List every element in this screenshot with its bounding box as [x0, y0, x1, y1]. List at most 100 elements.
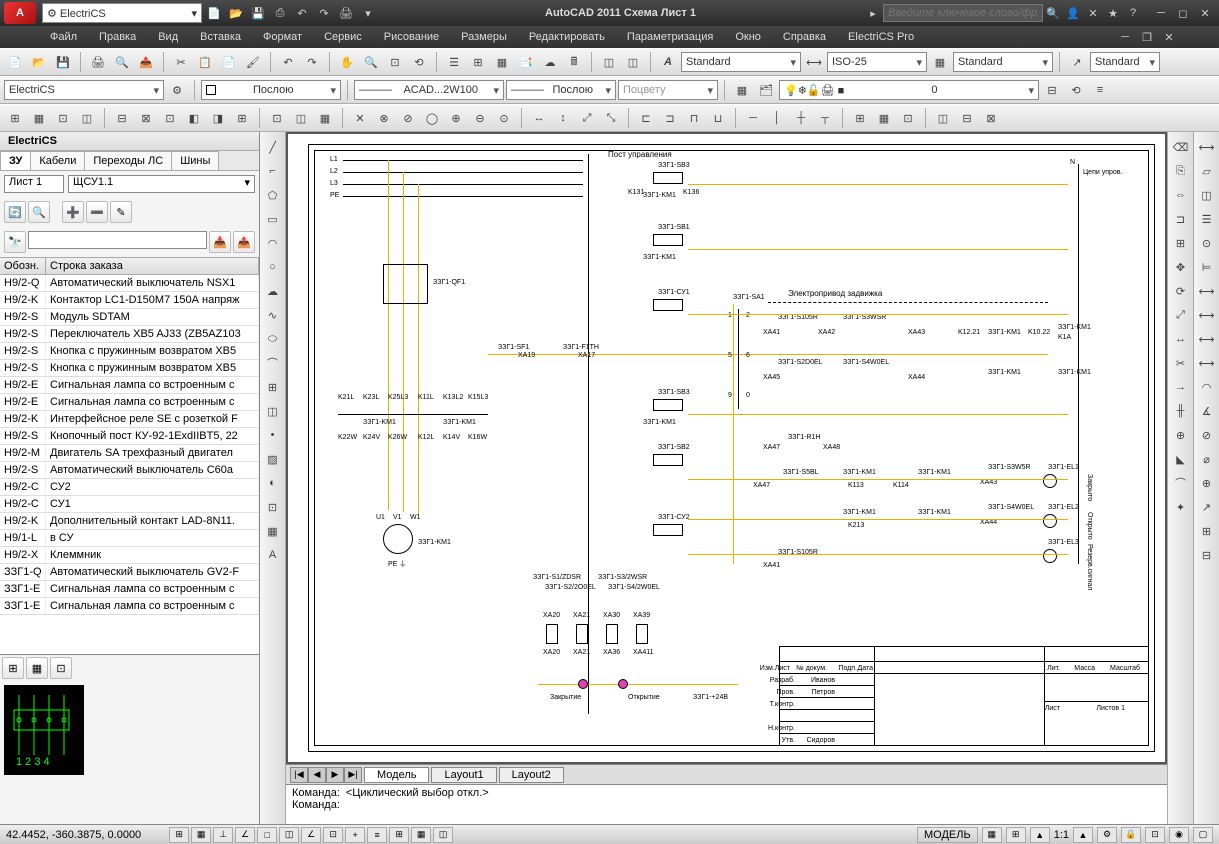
el-btn18[interactable]: ⊕ [445, 107, 467, 129]
saveas-icon[interactable]: ⎙ [270, 3, 290, 23]
ellipse-icon[interactable]: ⬭ [262, 328, 284, 350]
stretch-icon[interactable]: ↔ [1170, 328, 1192, 350]
tab-cables[interactable]: Кабели [30, 151, 85, 170]
gradient-icon[interactable]: ◐ [262, 472, 284, 494]
layer-props-icon[interactable]: ▦ [731, 79, 753, 101]
text-style-icon[interactable]: A [657, 51, 679, 73]
tab-zu[interactable]: ЗУ [0, 151, 31, 170]
table-row[interactable]: H9/2-SМодуль SDTAM [0, 309, 259, 326]
minimize-icon[interactable]: ─ [1151, 3, 1171, 23]
search-icon[interactable]: 🔍 [1043, 3, 1063, 23]
spline-icon[interactable]: ∿ [262, 304, 284, 326]
table-row[interactable]: H9/1-Lв СУ [0, 530, 259, 547]
toolpalettes-icon[interactable]: ▦ [491, 51, 513, 73]
subscription-icon[interactable]: 👤 [1063, 3, 1083, 23]
region2-icon[interactable]: ◫ [1196, 184, 1218, 206]
area-icon[interactable]: ▱ [1196, 160, 1218, 182]
dim8-icon[interactable]: ⌀ [1196, 448, 1218, 470]
el-btn1[interactable]: ⊞ [4, 107, 26, 129]
undo-icon[interactable]: ↶ [292, 3, 312, 23]
el-btn28[interactable]: ⊔ [707, 107, 729, 129]
erase-icon[interactable]: ⌫ [1170, 136, 1192, 158]
sheetset-icon[interactable]: 📑 [515, 51, 537, 73]
help-icon[interactable]: ? [1123, 3, 1143, 23]
dim-style-combo[interactable]: ISO-25▾ [827, 52, 927, 72]
el-btn7[interactable]: ⊡ [159, 107, 181, 129]
el-btn2[interactable]: ▦ [28, 107, 50, 129]
el-btn38[interactable]: ⊠ [980, 107, 1002, 129]
pbtn-remove[interactable]: ➖ [86, 201, 108, 223]
model-label[interactable]: МОДЕЛЬ [917, 827, 978, 843]
preview-tab3[interactable]: ⊡ [50, 657, 72, 679]
pbtn-binoculars[interactable]: 🔭 [4, 231, 26, 253]
dim1-icon[interactable]: ⟷ [1196, 280, 1218, 302]
move-icon[interactable]: ✥ [1170, 256, 1192, 278]
el-btn27[interactable]: ⊓ [683, 107, 705, 129]
table-row[interactable]: H9/2-SКнопка с пружинным возвратом XB5 [0, 343, 259, 360]
arc-icon[interactable]: ◠ [262, 232, 284, 254]
el-btn31[interactable]: ┼ [790, 107, 812, 129]
dim-style-icon[interactable]: ⟷ [803, 51, 825, 73]
dim12-icon[interactable]: ⊟ [1196, 544, 1218, 566]
preview-tab2[interactable]: ▦ [26, 657, 48, 679]
table-row[interactable]: H9/2-KДополнительный контакт LAD-8N11. [0, 513, 259, 530]
copy-icon[interactable]: 📋 [194, 51, 216, 73]
table-row[interactable]: H9/2-KИнтерфейсное реле SE с розеткой F [0, 411, 259, 428]
el-btn20[interactable]: ⊙ [493, 107, 515, 129]
pbtn-find[interactable]: 🔍 [28, 201, 50, 223]
table-row[interactable]: H9/2-EСигнальная лампа со встроенным с [0, 377, 259, 394]
el-btn26[interactable]: ⊐ [659, 107, 681, 129]
color-combo[interactable]: Послою▾ [201, 80, 341, 100]
pbtn-refresh[interactable]: 🔄 [4, 201, 26, 223]
menu-window[interactable]: Окно [725, 29, 771, 45]
dim11-icon[interactable]: ⊞ [1196, 520, 1218, 542]
id-icon[interactable]: ⊙ [1196, 232, 1218, 254]
dist-icon[interactable]: ⟷ [1196, 136, 1218, 158]
maximize-icon[interactable]: ◻ [1173, 3, 1193, 23]
ducs-toggle[interactable]: ⊡ [323, 827, 343, 843]
join-icon[interactable]: ⊕ [1170, 424, 1192, 446]
paste-icon[interactable]: 📄 [218, 51, 240, 73]
trim-icon[interactable]: ✂ [1170, 352, 1192, 374]
qview-layouts[interactable]: ▦ [982, 827, 1002, 843]
tab-next[interactable]: ▶ [326, 767, 344, 783]
preview-tab1[interactable]: ⊞ [2, 657, 24, 679]
el-btn12[interactable]: ◫ [290, 107, 312, 129]
dyn-toggle[interactable]: + [345, 827, 365, 843]
table-row[interactable]: ЗЗГ1-EСигнальная лампа со встроенным с [0, 598, 259, 615]
toolbar-lock[interactable]: 🔒 [1121, 827, 1141, 843]
el-btn11[interactable]: ⊡ [266, 107, 288, 129]
osnap-toggle[interactable]: □ [257, 827, 277, 843]
favorites-icon[interactable]: ★ [1103, 3, 1123, 23]
dim7-icon[interactable]: ⊘ [1196, 424, 1218, 446]
menu-electrics[interactable]: ElectriCS Pro [838, 29, 924, 45]
menu-help[interactable]: Справка [773, 29, 836, 45]
open-doc-icon[interactable]: 📂 [28, 51, 50, 73]
plot-icon[interactable]: 🖨 [87, 51, 109, 73]
el-btn13[interactable]: ▦ [314, 107, 336, 129]
el-btn16[interactable]: ⊘ [397, 107, 419, 129]
menu-format[interactable]: Формат [253, 29, 312, 45]
tab-buses[interactable]: Шины [171, 151, 219, 170]
pbtn-import[interactable]: 📥 [209, 231, 231, 253]
doc-minimize-icon[interactable]: ─ [1115, 27, 1135, 47]
tab-layout2[interactable]: Layout2 [499, 767, 564, 783]
matchprop-icon[interactable]: 🖌 [242, 51, 264, 73]
pbtn-edit[interactable]: ✎ [110, 201, 132, 223]
dim3-icon[interactable]: ⟷ [1196, 328, 1218, 350]
publish-icon[interactable]: 📤 [135, 51, 157, 73]
save-doc-icon[interactable]: 💾 [52, 51, 74, 73]
otrack-toggle[interactable]: ∠ [301, 827, 321, 843]
save-icon[interactable]: 💾 [248, 3, 268, 23]
el-btn17[interactable]: ◯ [421, 107, 443, 129]
el-btn4[interactable]: ◫ [76, 107, 98, 129]
el-btn9[interactable]: ◨ [207, 107, 229, 129]
help-search-input[interactable] [883, 4, 1043, 22]
isolate-icon[interactable]: ◉ [1169, 827, 1189, 843]
tab-transitions[interactable]: Переходы ЛС [84, 151, 172, 170]
table-row[interactable]: H9/2-EСигнальная лампа со встроенным с [0, 394, 259, 411]
snap-toggle[interactable]: ⊞ [169, 827, 189, 843]
command-line[interactable]: Команда: <Циклический выбор откл.> Коман… [286, 784, 1167, 824]
col-code[interactable]: Обозн. [0, 258, 46, 274]
menu-dimension[interactable]: Размеры [451, 29, 517, 45]
